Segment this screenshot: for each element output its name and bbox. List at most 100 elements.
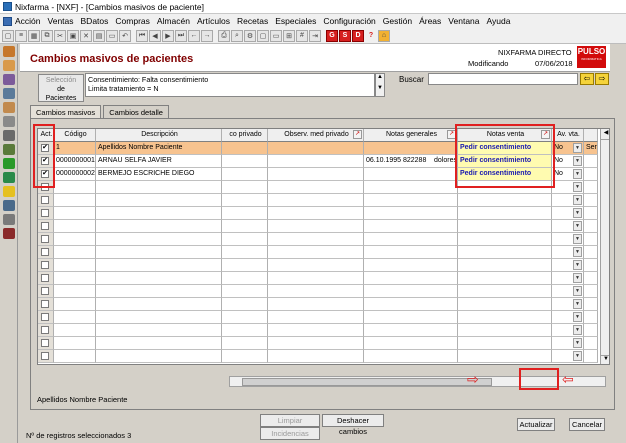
cell-observ[interactable] bbox=[268, 142, 364, 155]
cell-av-vta[interactable]: ▼ bbox=[552, 285, 584, 298]
stack-icon[interactable] bbox=[3, 144, 15, 155]
menu-articulos[interactable]: Artículos bbox=[197, 16, 230, 26]
cell-privado[interactable] bbox=[222, 285, 268, 298]
col-av-vta[interactable]: Av. vta. bbox=[552, 129, 584, 142]
cell-codigo[interactable] bbox=[54, 246, 96, 259]
clear-button[interactable]: Limpiar bbox=[260, 414, 320, 427]
cell-descripcion[interactable] bbox=[96, 285, 222, 298]
cell-notas-generales[interactable] bbox=[364, 337, 458, 350]
delete-icon[interactable]: ✕ bbox=[80, 29, 92, 42]
cell-observ[interactable] bbox=[268, 233, 364, 246]
cell-notas-venta[interactable] bbox=[458, 272, 552, 285]
cell-notas-generales[interactable] bbox=[364, 324, 458, 337]
cell-av-vta[interactable]: ▼ bbox=[552, 311, 584, 324]
hscroll-thumb[interactable] bbox=[242, 378, 492, 386]
table-row[interactable]: ▼ bbox=[38, 259, 598, 272]
select-patients-button[interactable]: Selección de Pacientes bbox=[38, 74, 84, 102]
col-extra[interactable] bbox=[584, 129, 598, 142]
col-notas-generales[interactable]: Notas generales ↗ bbox=[364, 129, 458, 142]
window-icon[interactable]: ▢ bbox=[257, 29, 269, 42]
list-icon[interactable]: ≡ bbox=[15, 29, 27, 42]
search-input[interactable] bbox=[428, 73, 578, 85]
cell-av-vta[interactable]: ▼ bbox=[552, 220, 584, 233]
cell-descripcion[interactable]: ARNAU SELFA JAVIER bbox=[96, 155, 222, 168]
search-icon[interactable]: ⌕ bbox=[231, 29, 243, 42]
cell-codigo[interactable] bbox=[54, 181, 96, 194]
update-button[interactable]: Actualizar bbox=[517, 418, 555, 431]
cell-observ[interactable] bbox=[268, 337, 364, 350]
active-checkbox[interactable] bbox=[41, 235, 49, 243]
grid-scroll-up-icon[interactable]: ◀ bbox=[601, 129, 609, 140]
table-row[interactable]: ▼ bbox=[38, 272, 598, 285]
active-checkbox[interactable] bbox=[41, 248, 49, 256]
cell-notas-generales[interactable] bbox=[364, 207, 458, 220]
cell-act[interactable] bbox=[38, 324, 54, 337]
first-icon[interactable]: ⏮ bbox=[136, 29, 148, 42]
cell-observ[interactable] bbox=[268, 246, 364, 259]
menu-compras[interactable]: Compras bbox=[115, 16, 149, 26]
person-icon[interactable] bbox=[3, 74, 15, 85]
cell-observ[interactable] bbox=[268, 155, 364, 168]
cell-av-vta[interactable]: ▼ bbox=[552, 259, 584, 272]
next-icon[interactable]: ▶ bbox=[162, 29, 174, 42]
menu-ventas[interactable]: Ventas bbox=[48, 16, 74, 26]
criteria-scrollbar[interactable]: ▲ ▼ bbox=[375, 73, 385, 97]
menu-gestion[interactable]: Gestión bbox=[383, 16, 412, 26]
cell-observ[interactable] bbox=[268, 272, 364, 285]
back-icon[interactable]: ← bbox=[188, 29, 200, 42]
cell-av-vta[interactable]: No ▼ bbox=[552, 155, 584, 168]
active-checkbox[interactable] bbox=[41, 339, 49, 347]
home-icon[interactable]: ⌂ bbox=[378, 29, 390, 42]
cell-privado[interactable] bbox=[222, 324, 268, 337]
box-icon[interactable] bbox=[3, 60, 15, 71]
exit-icon[interactable]: ⇥ bbox=[309, 29, 321, 42]
chevron-down-icon[interactable]: ▼ bbox=[573, 234, 582, 244]
cell-notas-generales[interactable] bbox=[364, 181, 458, 194]
cell-notas-venta[interactable] bbox=[458, 194, 552, 207]
menu-ayuda[interactable]: Ayuda bbox=[487, 16, 511, 26]
cell-extra[interactable] bbox=[584, 246, 598, 259]
cell-privado[interactable] bbox=[222, 259, 268, 272]
col-descripcion[interactable]: Descripción bbox=[96, 129, 222, 142]
cell-observ[interactable] bbox=[268, 220, 364, 233]
active-checkbox[interactable] bbox=[41, 326, 49, 334]
undo-icon[interactable]: ↶ bbox=[119, 29, 131, 42]
last-icon[interactable]: ⏭ bbox=[175, 29, 187, 42]
cell-notas-generales[interactable] bbox=[364, 220, 458, 233]
active-checkbox[interactable] bbox=[41, 209, 49, 217]
cell-privado[interactable] bbox=[222, 181, 268, 194]
cell-act[interactable] bbox=[38, 207, 54, 220]
table-row[interactable]: ▼ bbox=[38, 337, 598, 350]
cell-privado[interactable] bbox=[222, 337, 268, 350]
users-icon[interactable] bbox=[3, 200, 15, 211]
chevron-down-icon[interactable]: ▼ bbox=[573, 260, 582, 270]
cell-privado[interactable] bbox=[222, 233, 268, 246]
cell-av-vta[interactable]: No ▼ bbox=[552, 168, 584, 181]
cell-av-vta[interactable]: No ▼ bbox=[552, 142, 584, 155]
cell-extra[interactable] bbox=[584, 155, 598, 168]
cell-notas-venta[interactable] bbox=[458, 324, 552, 337]
search-prev-icon[interactable]: ⇦ bbox=[580, 73, 594, 85]
cell-descripcion[interactable] bbox=[96, 272, 222, 285]
g-button[interactable]: G bbox=[326, 29, 338, 42]
cell-descripcion[interactable] bbox=[96, 311, 222, 324]
s-button[interactable]: S bbox=[339, 29, 351, 42]
cell-notas-venta[interactable] bbox=[458, 350, 552, 363]
chevron-down-icon[interactable]: ▼ bbox=[573, 169, 582, 179]
cell-extra[interactable] bbox=[584, 220, 598, 233]
cell-notas-venta[interactable] bbox=[458, 337, 552, 350]
cut-icon[interactable]: ✂ bbox=[54, 29, 66, 42]
cell-privado[interactable] bbox=[222, 168, 268, 181]
cell-codigo[interactable] bbox=[54, 285, 96, 298]
cell-notas-generales[interactable] bbox=[364, 168, 458, 181]
people-icon[interactable] bbox=[3, 214, 15, 225]
chevron-down-icon[interactable]: ▼ bbox=[573, 182, 582, 192]
active-checkbox[interactable] bbox=[41, 196, 49, 204]
cell-notas-generales[interactable] bbox=[364, 194, 458, 207]
grid-icon[interactable]: ▦ bbox=[28, 29, 40, 42]
prev-icon[interactable]: ◀ bbox=[149, 29, 161, 42]
cell-descripcion[interactable] bbox=[96, 298, 222, 311]
table-icon[interactable]: ▤ bbox=[93, 29, 105, 42]
grid-vscroll[interactable]: ◀ ▼ bbox=[600, 129, 609, 364]
chevron-down-icon[interactable]: ▼ bbox=[573, 286, 582, 296]
